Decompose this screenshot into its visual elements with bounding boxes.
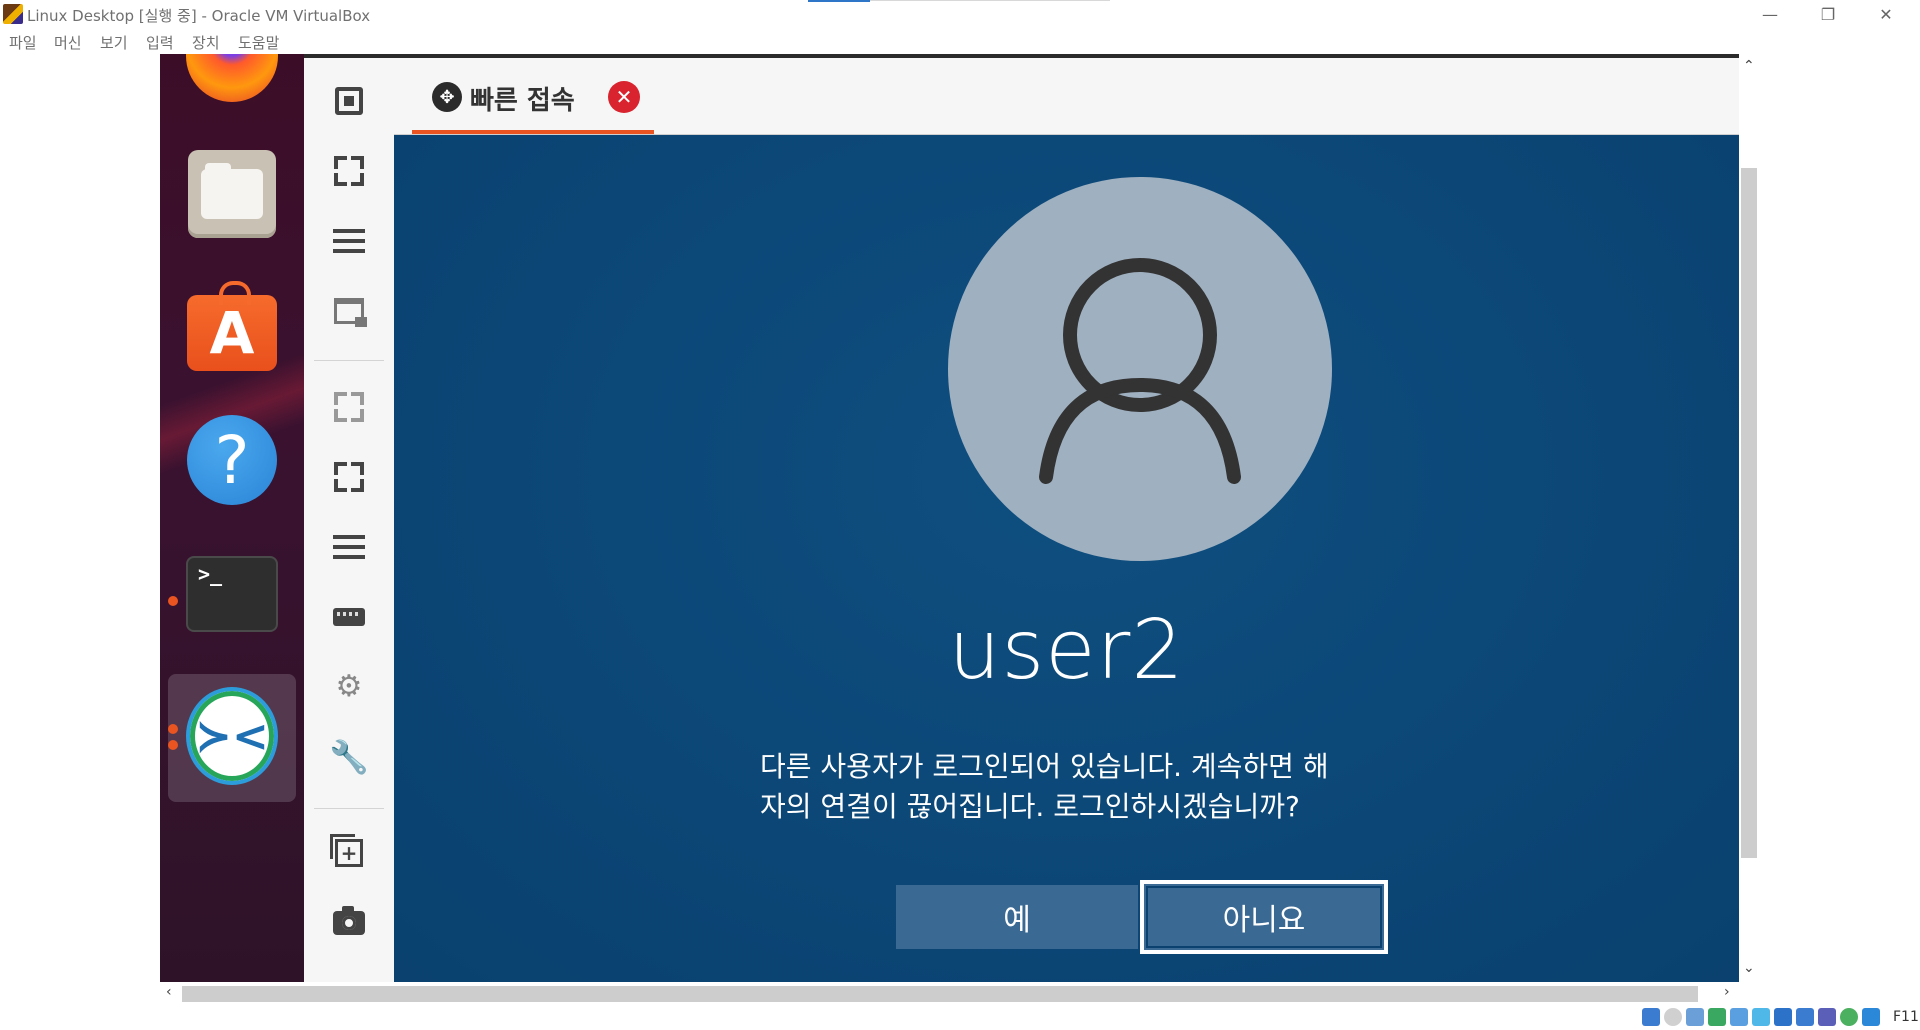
terminal-app[interactable]: >_: [186, 548, 278, 640]
tab-active-indicator: [412, 130, 654, 134]
scroll-left-icon[interactable]: ‹: [166, 984, 172, 1000]
terminal-icon: >_: [186, 556, 278, 632]
usb-icon[interactable]: [1730, 1008, 1748, 1026]
network-icon[interactable]: [1708, 1008, 1726, 1026]
remote-desktop-view[interactable]: user2 다른 사용자가 로그인되어 있습니다. 계속하면 해 자의 연결이 …: [394, 135, 1739, 982]
tab-label: 빠른 접속: [470, 86, 575, 116]
title-divider: [870, 0, 1110, 1]
toolbar-separator-2: [314, 808, 384, 809]
firefox-icon[interactable]: [186, 54, 278, 102]
help-icon: ?: [187, 415, 277, 505]
guest-additions-icon[interactable]: [1840, 1008, 1858, 1026]
fullscreen-icon: [334, 156, 364, 186]
horizontal-scroll-thumb[interactable]: [182, 986, 1698, 1002]
dynamic-resolution-button[interactable]: [326, 384, 372, 430]
software-center-app[interactable]: A: [186, 280, 278, 372]
restore-button[interactable]: ❐: [1800, 0, 1856, 28]
dynamic-resolution-icon: [334, 392, 364, 422]
remmina-running-indicator-1: [168, 724, 178, 734]
folder-icon: [201, 163, 263, 219]
wrench-icon: 🔧: [329, 738, 369, 776]
fullscreen-toggle-button[interactable]: [326, 454, 372, 500]
fullscreen-button[interactable]: [326, 148, 372, 194]
gear-icon: ⚙: [335, 669, 363, 704]
virtualbox-icon: [3, 4, 23, 24]
scaled-view-icon: [334, 298, 367, 327]
close-button[interactable]: ✕: [1858, 0, 1914, 28]
new-window-button[interactable]: +: [326, 830, 372, 876]
connection-icon: ✥: [432, 82, 462, 112]
scroll-down-icon[interactable]: ⌄: [1743, 960, 1755, 976]
recording-icon[interactable]: [1796, 1008, 1814, 1026]
ubuntu-dock: A ? >_ ≻<: [160, 54, 304, 982]
title-accent-line: [808, 0, 870, 2]
mouse-integration-icon[interactable]: [1862, 1008, 1880, 1026]
help-app[interactable]: ?: [186, 414, 278, 506]
help-glyph: ?: [214, 421, 250, 499]
tab-close-icon[interactable]: ✕: [608, 81, 640, 113]
user-avatar: [948, 177, 1332, 561]
horizontal-scrollbar[interactable]: ‹ ›: [160, 982, 1739, 1006]
optical-drive-icon[interactable]: [1664, 1008, 1682, 1026]
menu-input[interactable]: 입력: [146, 32, 174, 53]
cpu-icon[interactable]: [1818, 1008, 1836, 1026]
host-key-label: F11: [1893, 1009, 1919, 1025]
preferences-button[interactable]: ⚙: [326, 664, 372, 710]
screenshot-button[interactable]: [326, 900, 372, 946]
audio-icon[interactable]: [1686, 1008, 1704, 1026]
more-menu-button[interactable]: [326, 524, 372, 570]
terminal-running-indicator: [168, 596, 178, 606]
username-label: user2: [948, 603, 1185, 698]
fit-window-button[interactable]: [326, 78, 372, 124]
menu-button[interactable]: [326, 218, 372, 264]
keyboard-icon: [333, 608, 365, 626]
shared-folders-icon[interactable]: [1752, 1008, 1770, 1026]
remmina-app[interactable]: ≻<: [186, 687, 278, 785]
window-title: Linux Desktop [실행 중] - Oracle VM Virtual…: [27, 7, 371, 25]
hard-disk-icon[interactable]: [1642, 1008, 1660, 1026]
terminal-prompt: >_: [198, 562, 223, 586]
remmina-running-indicator-2: [168, 740, 178, 750]
files-app[interactable]: [186, 148, 278, 240]
fullscreen-toggle-icon: [334, 462, 364, 492]
menu-devices[interactable]: 장치: [192, 32, 220, 53]
remmina-toolbar: ⚙ 🔧 +: [304, 58, 395, 982]
more-menu-icon: [333, 535, 365, 559]
login-warning-message: 다른 사용자가 로그인되어 있습니다. 계속하면 해 자의 연결이 끊어집니다.…: [760, 747, 1440, 827]
software-center-icon: A: [187, 281, 277, 371]
vertical-scroll-thumb[interactable]: [1741, 168, 1757, 858]
vertical-scrollbar[interactable]: ⌃ ⌄: [1739, 54, 1765, 982]
menu-machine[interactable]: 머신: [54, 32, 82, 53]
menu-icon: [333, 229, 365, 253]
remmina-icon: ≻<: [186, 687, 278, 785]
scaled-view-button[interactable]: [326, 288, 372, 334]
user-silhouette-icon: [1039, 258, 1241, 484]
remmina-glyph: ≻<: [195, 710, 269, 762]
files-icon: [188, 150, 276, 238]
keyboard-button[interactable]: [326, 594, 372, 640]
no-button[interactable]: 아니요: [1140, 880, 1388, 954]
menu-bar: 파일 머신 보기 입력 장치 도움말: [0, 28, 1920, 54]
menu-help[interactable]: 도움말: [238, 32, 279, 53]
scroll-up-icon[interactable]: ⌃: [1743, 58, 1755, 74]
new-window-icon: +: [330, 834, 363, 867]
toolbar-separator: [314, 360, 384, 361]
menu-view[interactable]: 보기: [100, 32, 128, 53]
status-bar: F11: [0, 1006, 1920, 1030]
display-icon[interactable]: [1774, 1008, 1792, 1026]
tab-bar: ✥ 빠른 접속 ✕: [394, 58, 1739, 135]
message-line-1: 다른 사용자가 로그인되어 있습니다. 계속하면 해: [760, 750, 1329, 783]
fit-window-icon: [335, 87, 363, 115]
minimize-button[interactable]: —: [1742, 0, 1798, 28]
store-glyph: A: [209, 299, 255, 367]
tools-button[interactable]: 🔧: [326, 734, 372, 780]
title-bar: Linux Desktop [실행 중] - Oracle VM Virtual…: [0, 0, 1920, 28]
bag-handle: [219, 281, 251, 305]
menu-file[interactable]: 파일: [9, 32, 37, 53]
yes-button[interactable]: 예: [896, 885, 1138, 949]
camera-icon: [333, 906, 365, 935]
message-line-2: 자의 연결이 끊어집니다. 로그인하시겠습니까?: [760, 790, 1300, 823]
scroll-right-icon[interactable]: ›: [1724, 984, 1730, 1000]
